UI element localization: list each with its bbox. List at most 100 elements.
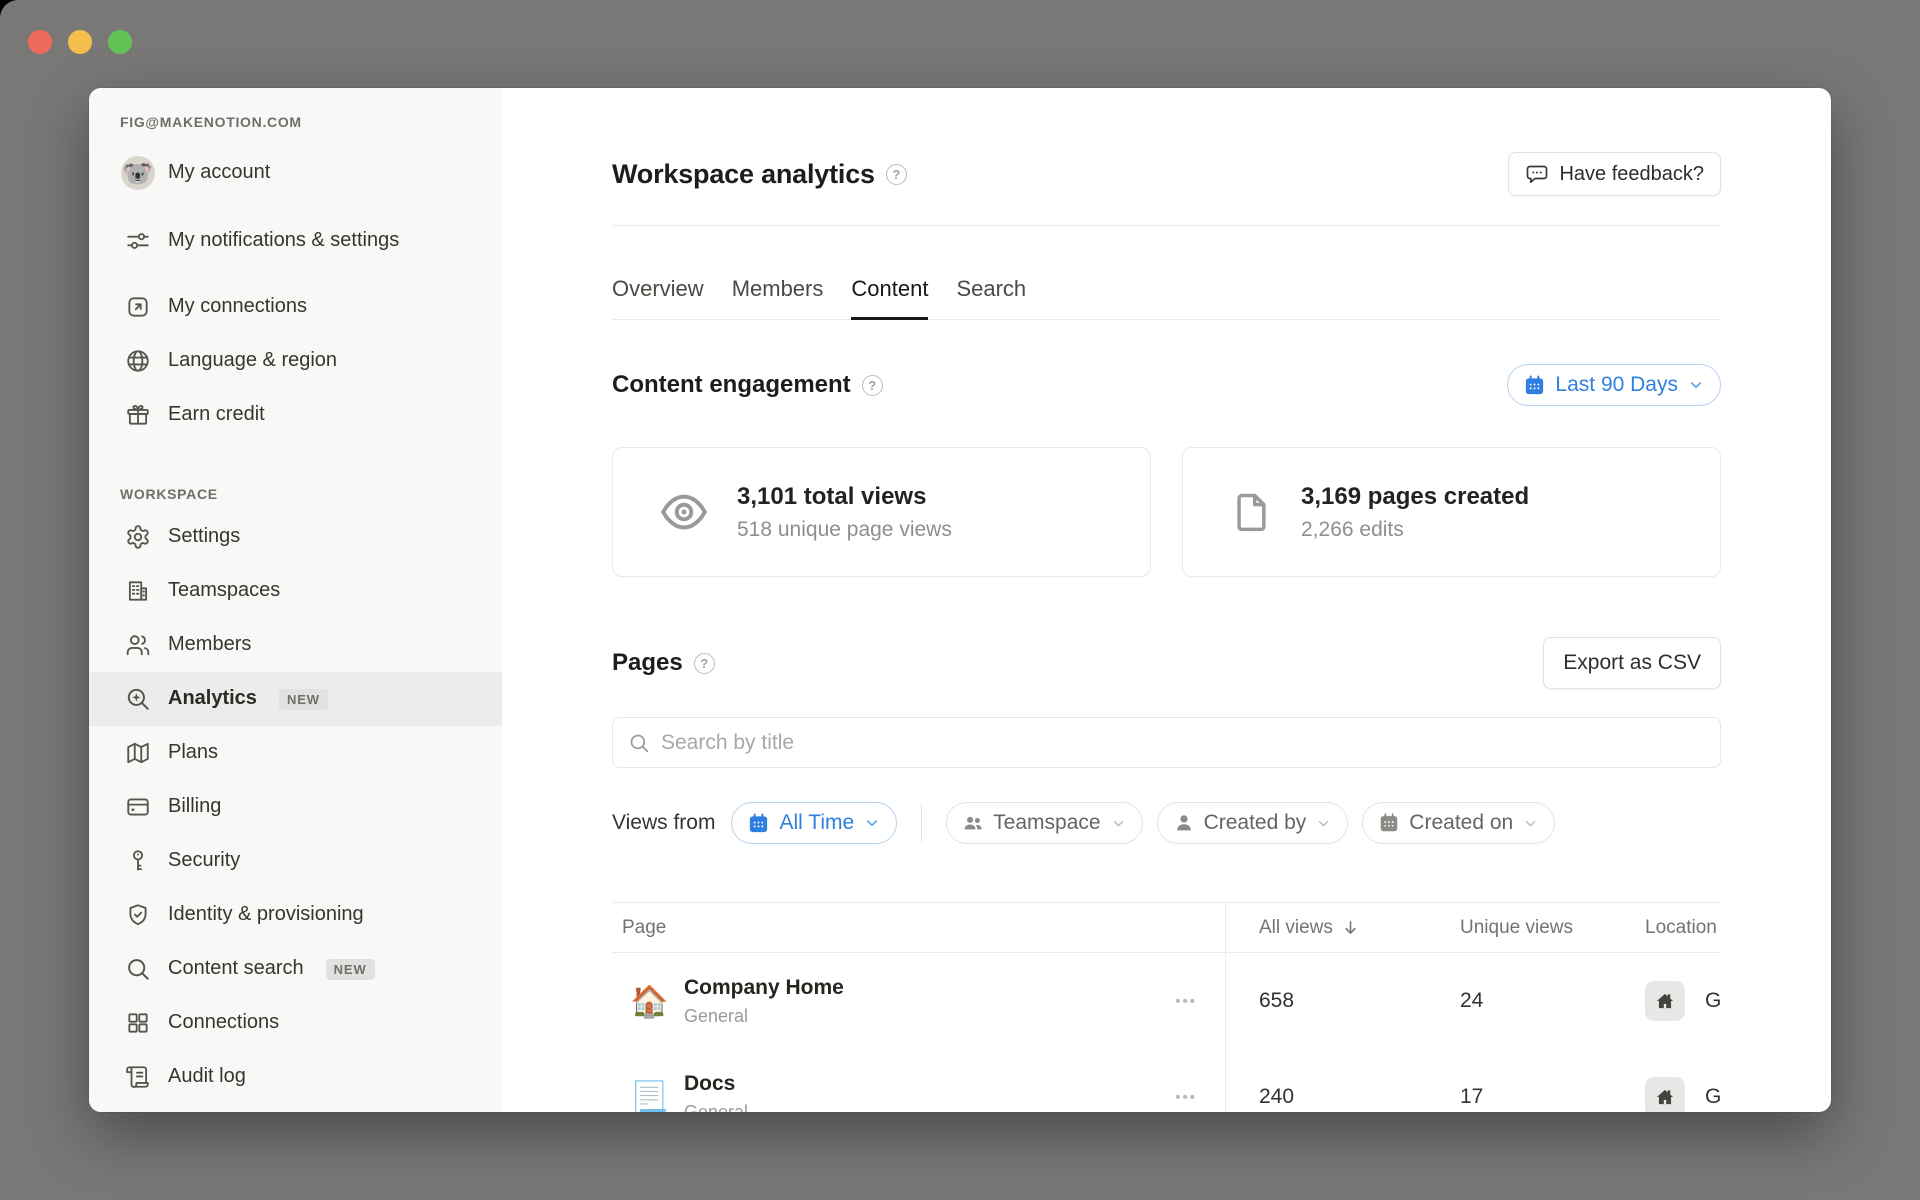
table-row[interactable]: 🏠 Company Home General ••• 658 24	[612, 953, 1721, 1049]
workspace-section-label: WORKSPACE	[120, 486, 502, 502]
page-icon	[1229, 490, 1273, 534]
chevron-down-icon	[1315, 815, 1332, 832]
tab-members[interactable]: Members	[732, 276, 824, 320]
sidebar-item-settings[interactable]: Settings	[89, 510, 502, 564]
date-range-label: Last 90 Days	[1555, 373, 1678, 397]
sidebar-item-earn-credit[interactable]: Earn credit	[89, 388, 502, 442]
search-by-title-input[interactable]	[661, 731, 1705, 755]
sidebar-item-label: Members	[168, 632, 251, 658]
sidebar-item-label: My connections	[168, 294, 307, 320]
sidebar-item-label: Plans	[168, 740, 218, 766]
sidebar-item-label: Identity & provisioning	[168, 902, 364, 928]
page-subtitle-cell: General	[684, 1006, 844, 1027]
chevron-down-icon	[1687, 376, 1705, 394]
section-title: Content engagement	[612, 371, 851, 399]
sidebar-item-my-notifications-settings[interactable]: My notifications & settings	[89, 202, 502, 280]
created-by-filter-dropdown[interactable]: Created by	[1157, 802, 1349, 844]
shield-check-icon	[120, 902, 156, 928]
help-icon[interactable]: ?	[886, 164, 907, 185]
created-on-filter-dropdown[interactable]: Created on	[1362, 802, 1555, 844]
column-header-all-views[interactable]: All views	[1225, 917, 1426, 939]
pages-table-header: Page All views Unique views Location	[612, 902, 1721, 953]
eye-icon	[659, 487, 709, 537]
sidebar-item-label: Audit log	[168, 1064, 246, 1090]
stat-sublabel: 518 unique page views	[737, 518, 952, 542]
analytics-magnifier-icon	[120, 686, 156, 712]
page-title-cell[interactable]: Docs	[684, 1072, 748, 1096]
table-row[interactable]: 📃 Docs General ••• 240 17	[612, 1049, 1721, 1112]
fullscreen-window-button[interactable]	[108, 30, 132, 54]
stat-value: 3,101 total views	[737, 483, 952, 511]
search-icon	[628, 732, 650, 754]
row-more-options-icon[interactable]: •••	[1175, 1089, 1197, 1106]
sidebar-item-my-account[interactable]: 🐨 My account	[89, 144, 502, 202]
tab-content[interactable]: Content	[851, 276, 928, 320]
pages-created-card: 3,169 pages created 2,266 edits	[1182, 447, 1721, 577]
sidebar-item-billing[interactable]: Billing	[89, 780, 502, 834]
close-window-button[interactable]	[28, 30, 52, 54]
calendar-icon	[747, 812, 770, 835]
gear-icon	[120, 524, 156, 550]
sidebar-item-my-connections[interactable]: My connections	[89, 280, 502, 334]
unique-views-cell: 17	[1426, 1085, 1611, 1109]
views-from-time-dropdown[interactable]: All Time	[731, 802, 897, 844]
minimize-window-button[interactable]	[68, 30, 92, 54]
have-feedback-button[interactable]: Have feedback?	[1508, 152, 1721, 196]
settings-sidebar: FIG@MAKENOTION.COM 🐨 My account My notif…	[89, 88, 502, 1112]
chevron-down-icon	[1110, 815, 1127, 832]
sliders-icon	[120, 228, 156, 254]
filter-label: Created by	[1204, 811, 1307, 835]
chat-bubble-icon	[1525, 162, 1549, 186]
sidebar-item-connections[interactable]: Connections	[89, 996, 502, 1050]
pages-search-box[interactable]	[612, 717, 1721, 768]
sidebar-item-teamspaces[interactable]: Teamspaces	[89, 564, 502, 618]
home-location-icon	[1645, 981, 1685, 1021]
sidebar-item-label: Teamspaces	[168, 578, 280, 604]
sidebar-item-content-search[interactable]: Content search NEW	[89, 942, 502, 996]
sidebar-item-audit-log[interactable]: Audit log	[89, 1050, 502, 1104]
sidebar-item-label: Content search	[168, 956, 304, 982]
content-engagement-header: Content engagement ? Last 90 Days	[612, 364, 1721, 406]
sidebar-item-security[interactable]: Security	[89, 834, 502, 888]
new-badge: NEW	[279, 689, 328, 710]
key-icon	[120, 848, 156, 874]
new-badge: NEW	[326, 959, 375, 980]
page-title-cell[interactable]: Company Home	[684, 976, 844, 1000]
page-title: Workspace analytics	[612, 159, 875, 190]
column-header-page[interactable]: Page	[612, 917, 1225, 939]
help-icon[interactable]: ?	[862, 375, 883, 396]
tab-search[interactable]: Search	[956, 276, 1026, 320]
tab-overview[interactable]: Overview	[612, 276, 704, 320]
export-csv-button[interactable]: Export as CSV	[1543, 637, 1721, 689]
section-title: Pages	[612, 649, 683, 677]
sidebar-item-plans[interactable]: Plans	[89, 726, 502, 780]
calendar-icon	[1378, 812, 1400, 834]
map-icon	[120, 740, 156, 766]
window-controls	[28, 30, 132, 54]
analytics-main-panel: Workspace analytics ? Have feedback? Ove…	[502, 88, 1831, 1112]
engagement-stat-cards: 3,101 total views 518 unique page views …	[612, 447, 1721, 577]
sidebar-item-identity-provisioning[interactable]: Identity & provisioning	[89, 888, 502, 942]
location-cell: General	[1611, 1077, 1721, 1112]
help-icon[interactable]: ?	[694, 653, 715, 674]
gift-icon	[120, 402, 156, 428]
sidebar-item-label: My notifications & settings	[168, 228, 399, 254]
date-range-dropdown[interactable]: Last 90 Days	[1507, 364, 1721, 406]
person-icon	[1173, 812, 1195, 834]
avatar: 🐨	[121, 156, 155, 190]
sidebar-item-analytics[interactable]: Analytics NEW	[89, 672, 502, 726]
grid-icon	[120, 1010, 156, 1036]
total-views-card: 3,101 total views 518 unique page views	[612, 447, 1151, 577]
table-column-divider	[1225, 902, 1226, 1112]
unique-views-cell: 24	[1426, 989, 1611, 1013]
location-cell: General	[1611, 981, 1721, 1021]
column-header-location[interactable]: Location	[1611, 917, 1721, 939]
teamspace-filter-dropdown[interactable]: Teamspace	[946, 802, 1142, 844]
sidebar-item-language-region[interactable]: Language & region	[89, 334, 502, 388]
page-header: Workspace analytics ? Have feedback?	[612, 151, 1721, 197]
sidebar-item-label: Analytics	[168, 686, 257, 712]
column-header-unique-views[interactable]: Unique views	[1426, 917, 1611, 939]
sidebar-item-members[interactable]: Members	[89, 618, 502, 672]
row-more-options-icon[interactable]: •••	[1175, 993, 1197, 1010]
credit-card-icon	[120, 794, 156, 820]
